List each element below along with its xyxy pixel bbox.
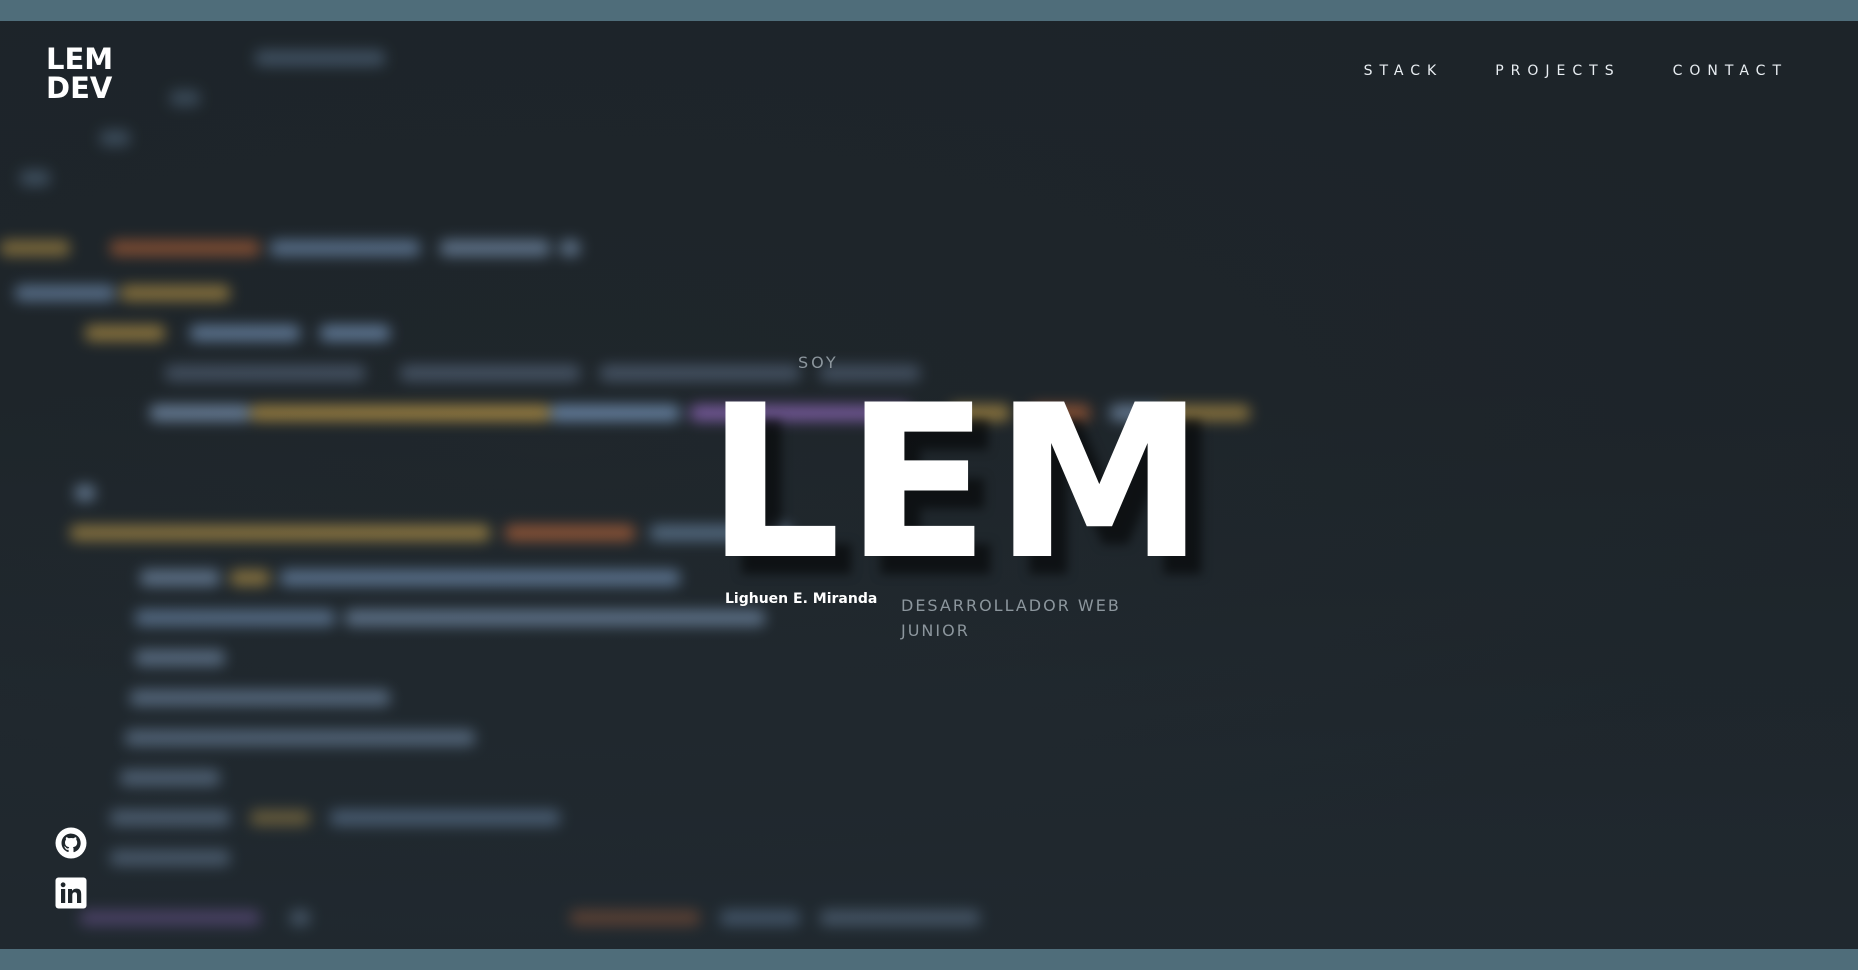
hero-name: Lighuen E. Miranda (725, 591, 878, 607)
hero-role: DESARROLLADOR WEB JUNIOR (901, 596, 1121, 640)
linkedin-link[interactable] (55, 877, 87, 909)
hero-section: SOY LEM Lighuen E. Miranda DESARROLLADOR… (0, 21, 1858, 949)
github-link[interactable] (55, 827, 87, 859)
github-icon (55, 827, 87, 859)
hero-title: LEM (706, 359, 1209, 606)
social-links (55, 827, 87, 909)
hero-frame: LEM DEV STACK PROJECTS CONTACT SOY LEM L… (0, 21, 1858, 949)
linkedin-icon (55, 877, 87, 909)
